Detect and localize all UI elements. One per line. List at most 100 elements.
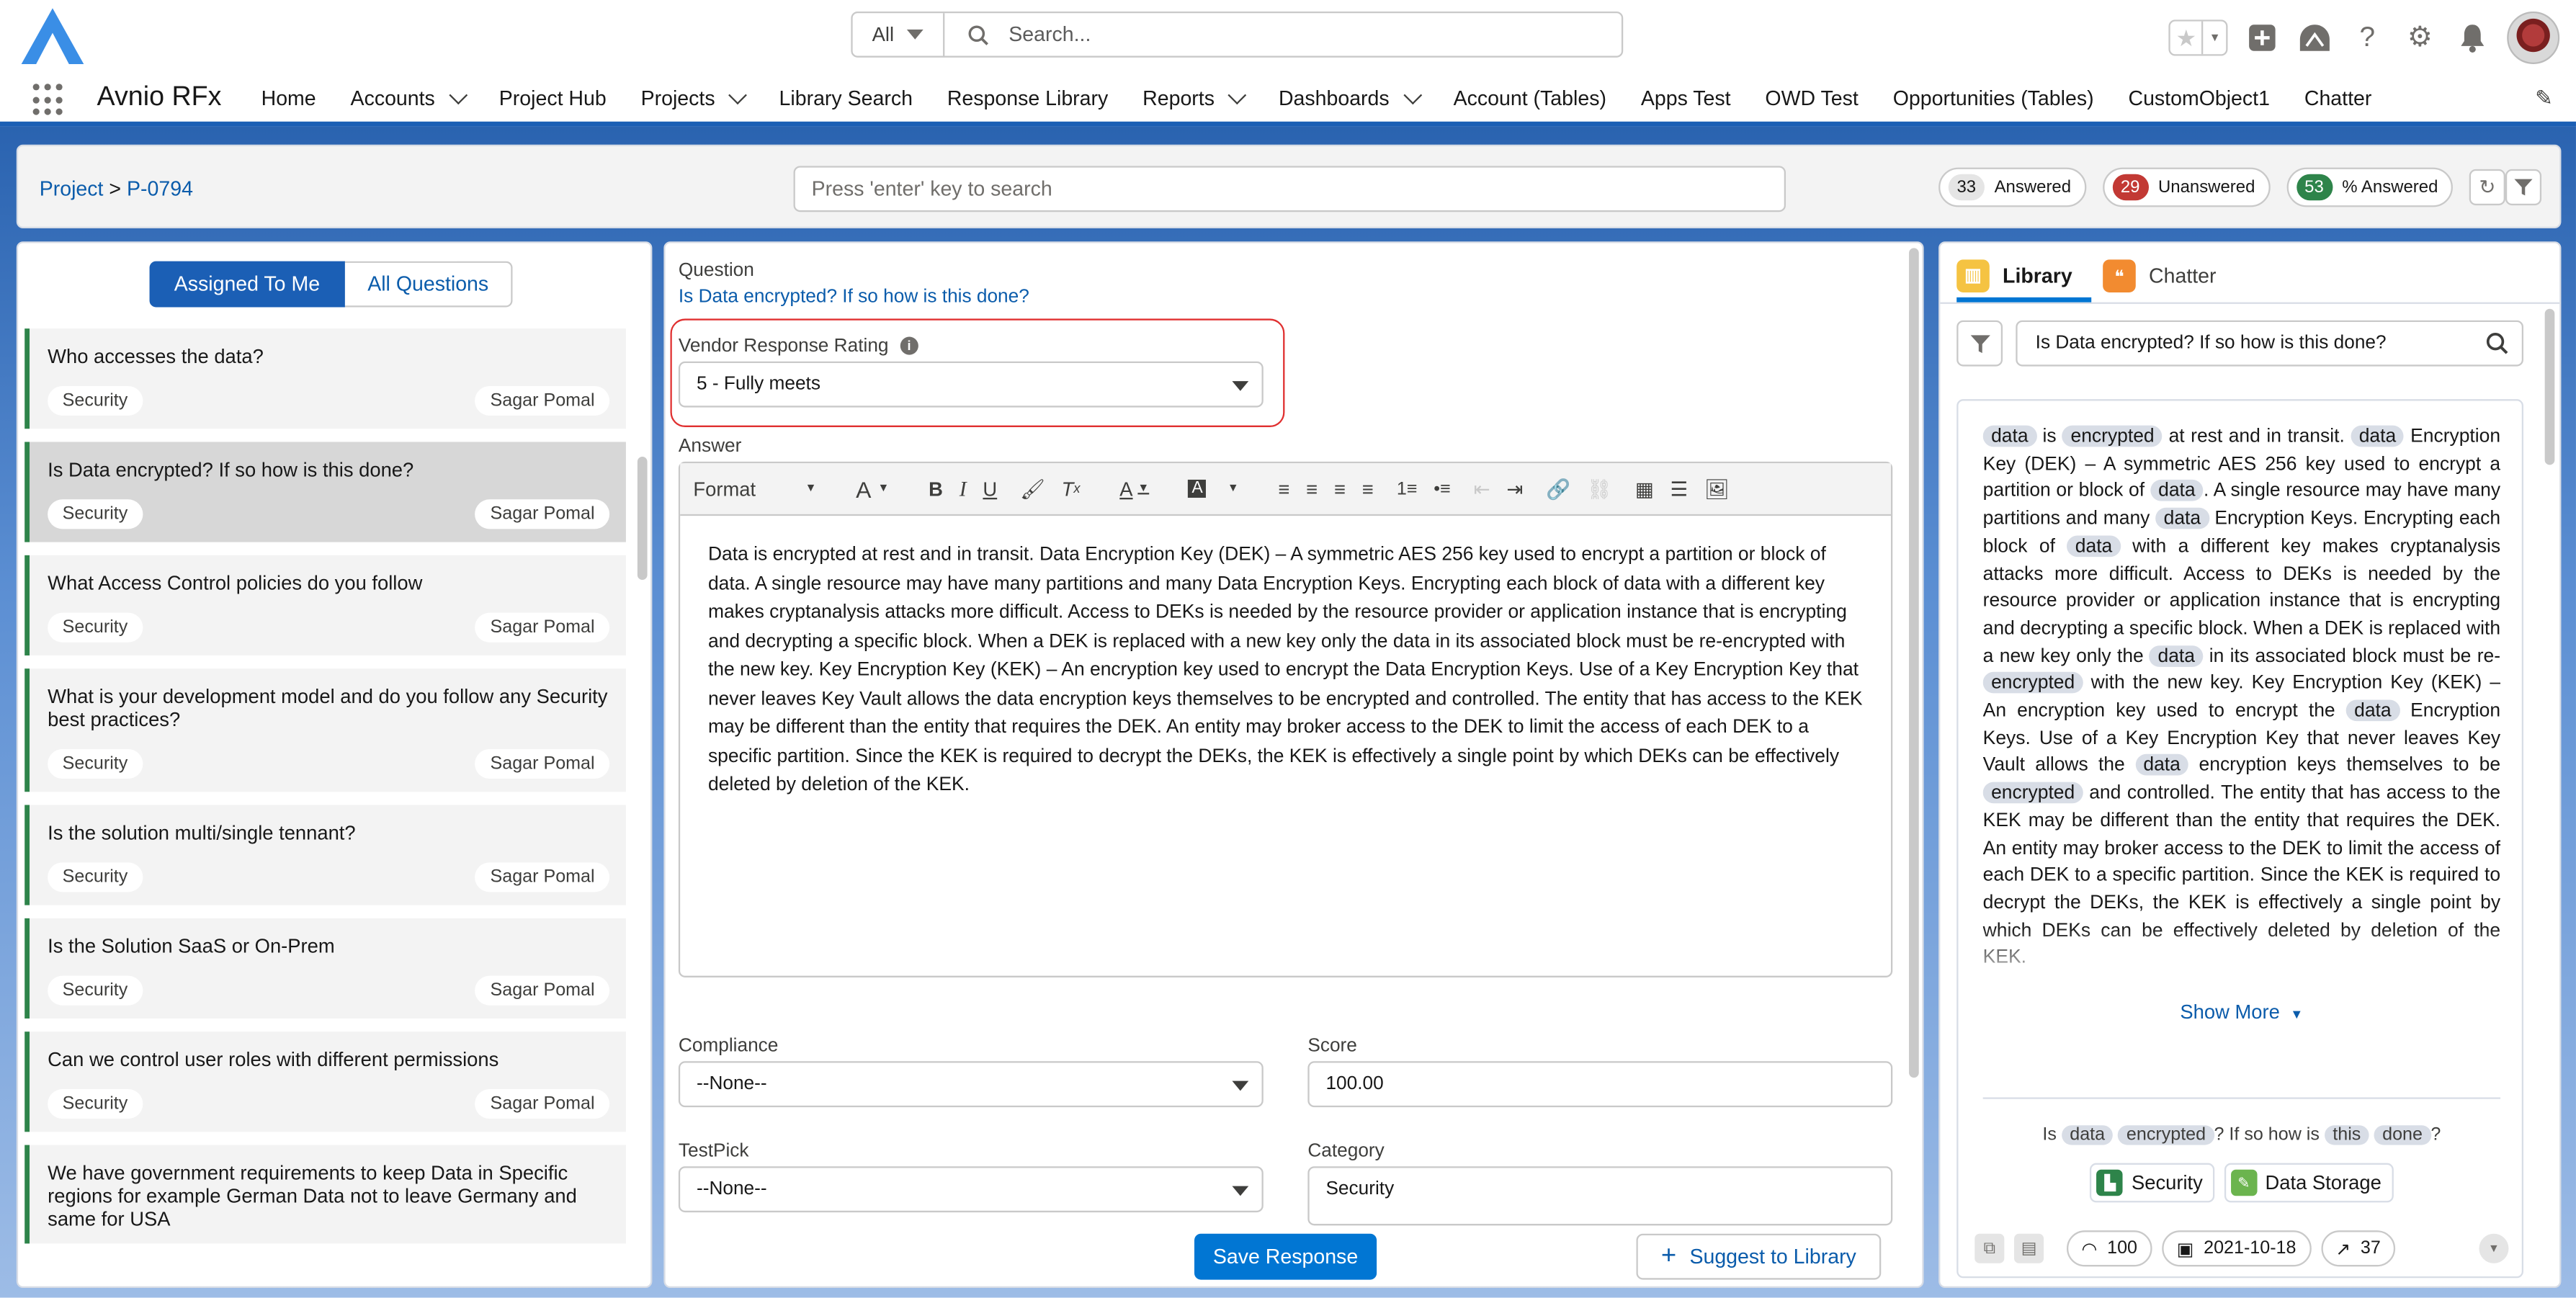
vendor-rating-select[interactable]: 5 - Fully meets [678,361,1264,408]
question-search-input[interactable]: Press 'enter' key to search [793,166,1786,212]
question-item[interactable]: Can we control user roles with different… [24,1031,626,1132]
breadcrumb-project-link[interactable]: Project [40,177,104,200]
search-placeholder: Search... [1009,22,1091,46]
tab-library[interactable]: ▥ Library [1956,253,2093,303]
nav-item-projects[interactable]: Projects [641,86,748,110]
question-link[interactable]: Is Data encrypted? If so how is this don… [679,287,1029,307]
refresh-icon[interactable]: ↻ [2469,169,2505,206]
percent-answered-filter[interactable]: 53 % Answered [2286,167,2453,207]
nav-item-dashboards[interactable]: Dashboards [1279,86,1422,110]
chevron-down-icon[interactable]: ▼ [2201,21,2226,55]
chevron-down-icon[interactable] [728,86,748,105]
global-search[interactable]: All Search... [851,11,1624,58]
image-icon[interactable]: 🖼 [1704,478,1730,501]
help-icon[interactable]: ? [2349,19,2385,55]
nav-item-apps-test[interactable]: Apps Test [1641,87,1731,110]
chevron-down-icon[interactable] [1403,86,1422,105]
suggest-to-library-button[interactable]: + Suggest to Library [1636,1233,1882,1280]
paint-brush-icon[interactable]: 🖌 [1020,478,1045,501]
align-justify-icon[interactable]: ≡ [1362,478,1374,501]
library-scrollbar[interactable] [2544,308,2555,465]
question-item[interactable]: Is the Solution SaaS or On-Prem Security S… [24,918,626,1019]
question-item[interactable]: Is the solution multi/single tennant? Sec… [24,805,626,905]
show-more-link[interactable]: Show More ▼ [1958,1001,2521,1024]
compliance-select[interactable]: --None-- [678,1061,1264,1108]
assigned-to-me-button[interactable]: Assigned To Me [149,261,345,308]
favorites-button[interactable]: ★ ▼ [2168,19,2228,56]
trailhead-icon[interactable] [2297,19,2333,55]
category-chip[interactable]: ▙ Security [2090,1163,2214,1203]
font-size-icon[interactable]: A ▼ [856,475,905,501]
category-textarea[interactable]: Security [1307,1166,1893,1226]
response-scrollbar[interactable] [1909,248,1919,1078]
breadcrumb-current-link[interactable]: P-0794 [127,177,193,200]
nav-item-owd-test[interactable]: OWD Test [1765,87,1858,110]
nav-item-chatter[interactable]: Chatter [2304,87,2372,110]
nav-item-reports[interactable]: Reports [1142,86,1247,110]
category-chip[interactable]: ✎ Data Storage [2224,1163,2393,1203]
library-search-input[interactable]: Is Data encrypted? If so how is this don… [2016,320,2524,367]
bell-icon[interactable] [2454,19,2490,55]
format-select[interactable]: Format ▼ [693,478,833,501]
answer-text[interactable]: Data is encrypted at rest and in transit… [680,516,1891,824]
question-item[interactable]: We have government requirements to keep … [24,1145,626,1244]
search-scope-select[interactable]: All [853,13,945,56]
background-color-icon[interactable]: A ▼ [1188,479,1256,498]
chevron-down-icon[interactable] [448,86,468,105]
nav-item-project-hub[interactable]: Project Hub [499,87,607,110]
underline-icon[interactable]: U [983,478,997,501]
copy-icon[interactable]: ⧉ [1975,1233,2005,1263]
nav-item-library-search[interactable]: Library Search [779,87,913,110]
search-icon[interactable] [2486,332,2509,355]
indent-icon[interactable]: ⇥ [1506,478,1523,501]
app-launcher-icon[interactable] [32,84,66,117]
bold-icon[interactable]: B [929,478,943,501]
questions-scrollbar[interactable] [637,457,648,581]
edit-nav-icon[interactable]: ✎ [2535,86,2553,112]
numbered-list-icon[interactable]: 1≡ [1397,479,1418,498]
filter-icon[interactable] [2505,169,2542,206]
all-questions-button[interactable]: All Questions [344,261,514,308]
bullet-list-icon[interactable]: •≡ [1434,479,1450,498]
score-input[interactable]: 100.00 [1307,1061,1893,1108]
nav-item-opportunities-tables[interactable]: Opportunities (Tables) [1893,87,2094,110]
more-actions-icon[interactable]: ▼ [2479,1233,2509,1263]
nav-item-account-tables[interactable]: Account (Tables) [1454,87,1606,110]
unanswered-filter[interactable]: 29 Unanswered [2102,167,2270,207]
gear-icon[interactable]: ⚙ [2402,19,2438,55]
add-icon[interactable] [2244,19,2280,55]
avnio-logo[interactable] [17,5,89,68]
outdent-icon[interactable]: ⇤ [1474,478,1490,501]
breadcrumb: Project > P-0794 [40,177,193,200]
app-name: Avnio RFx [97,82,222,112]
horizontal-rule-icon[interactable]: ☰ [1671,478,1689,501]
align-right-icon[interactable]: ≡ [1334,478,1346,501]
question-item[interactable]: Who accesses the data? Security Sagar Poma… [24,328,626,429]
link-icon[interactable]: 🔗 [1546,478,1570,501]
info-icon[interactable]: i [900,336,918,355]
chevron-down-icon[interactable] [1228,86,1247,105]
align-left-icon[interactable]: ≡ [1278,478,1289,501]
text-color-icon[interactable]: A ▼ [1119,478,1166,501]
question-item[interactable]: Is Data encrypted? If so how is this don… [24,442,626,542]
testpick-select[interactable]: --None-- [678,1166,1264,1213]
save-response-button[interactable]: Save Response [1194,1233,1377,1280]
answered-filter[interactable]: 33 Answered [1938,167,2086,207]
nav-item-response-library[interactable]: Response Library [947,87,1108,110]
user-avatar[interactable] [2507,11,2560,64]
nav-item-accounts[interactable]: Accounts [351,86,468,110]
table-icon[interactable]: ▦ [1635,478,1654,501]
clear-format-icon[interactable]: Tx [1062,478,1097,501]
question-item[interactable]: What Access Control policies do you foll… [24,555,626,655]
nav-item-customobject1[interactable]: CustomObject1 [2128,87,2269,110]
align-center-icon[interactable]: ≡ [1306,478,1318,501]
library-filter-icon[interactable] [1956,320,2003,367]
nav-item-home[interactable]: Home [261,87,316,110]
clipboard-icon[interactable]: ▤ [2014,1233,2044,1263]
compliance-value: --None-- [696,1074,767,1094]
tab-chatter[interactable]: ❝ Chatter [2103,253,2217,299]
question-item[interactable]: What is your development model and do yo… [24,668,626,792]
search-input[interactable]: Search... [944,13,1622,55]
unlink-icon[interactable]: ⛓ [1587,478,1612,501]
italic-icon[interactable]: I [960,475,967,501]
